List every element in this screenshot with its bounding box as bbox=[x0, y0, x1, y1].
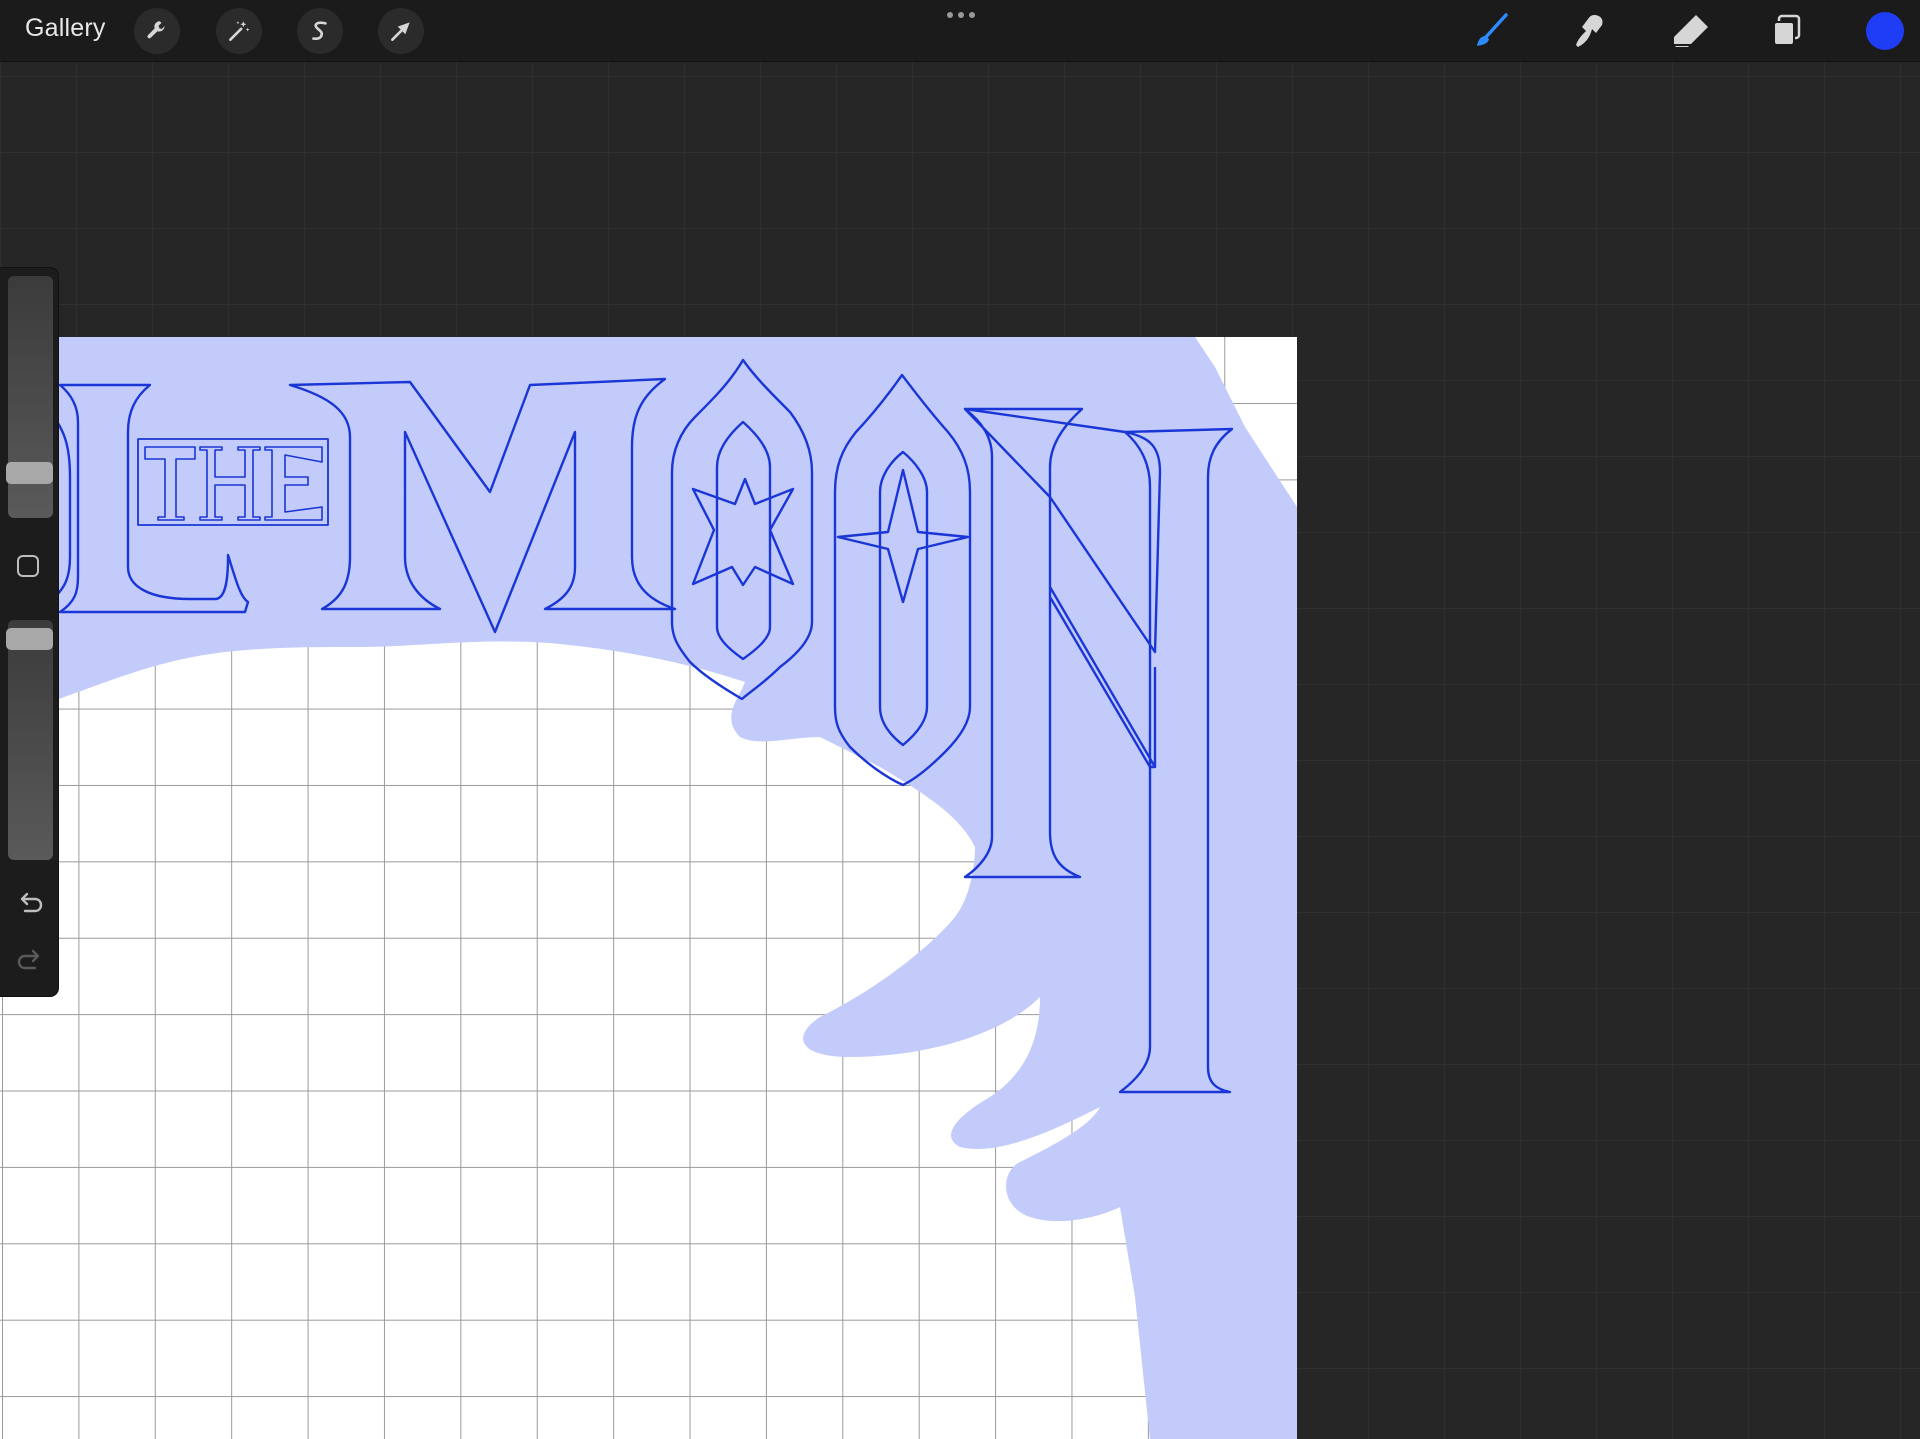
opacity-handle[interactable] bbox=[6, 628, 53, 650]
smudge-icon bbox=[1576, 15, 1603, 47]
blue-fill-shape bbox=[0, 337, 1297, 1439]
magic-wand-icon bbox=[229, 21, 250, 41]
brush-tool-button[interactable] bbox=[1468, 8, 1516, 54]
arrow-cursor-icon bbox=[391, 22, 410, 41]
modifier-button[interactable] bbox=[17, 555, 39, 577]
color-picker-button[interactable] bbox=[1866, 12, 1904, 50]
selection-button[interactable] bbox=[297, 8, 343, 54]
brush-size-handle[interactable] bbox=[6, 462, 53, 484]
layers-icon bbox=[1773, 14, 1801, 46]
eraser-icon bbox=[1674, 15, 1708, 47]
redo-icon[interactable] bbox=[15, 944, 45, 974]
more-options-icon[interactable] bbox=[946, 8, 976, 22]
selection-s-icon bbox=[312, 21, 327, 41]
top-toolbar: Gallery bbox=[0, 0, 1920, 62]
opacity-slider[interactable] bbox=[8, 620, 53, 860]
transform-button[interactable] bbox=[378, 8, 424, 54]
wrench-icon bbox=[147, 21, 165, 39]
left-sidebar bbox=[0, 268, 58, 996]
smudge-tool-button[interactable] bbox=[1566, 8, 1614, 54]
gallery-button[interactable]: Gallery bbox=[25, 14, 106, 43]
artwork bbox=[0, 337, 1297, 1439]
eraser-tool-button[interactable] bbox=[1666, 8, 1714, 54]
adjustments-button[interactable] bbox=[216, 8, 262, 54]
drawing-canvas[interactable] bbox=[0, 337, 1297, 1439]
layers-button[interactable] bbox=[1763, 8, 1811, 54]
brush-icon bbox=[1477, 13, 1508, 46]
actions-button[interactable] bbox=[134, 8, 180, 54]
undo-icon[interactable] bbox=[15, 887, 45, 917]
